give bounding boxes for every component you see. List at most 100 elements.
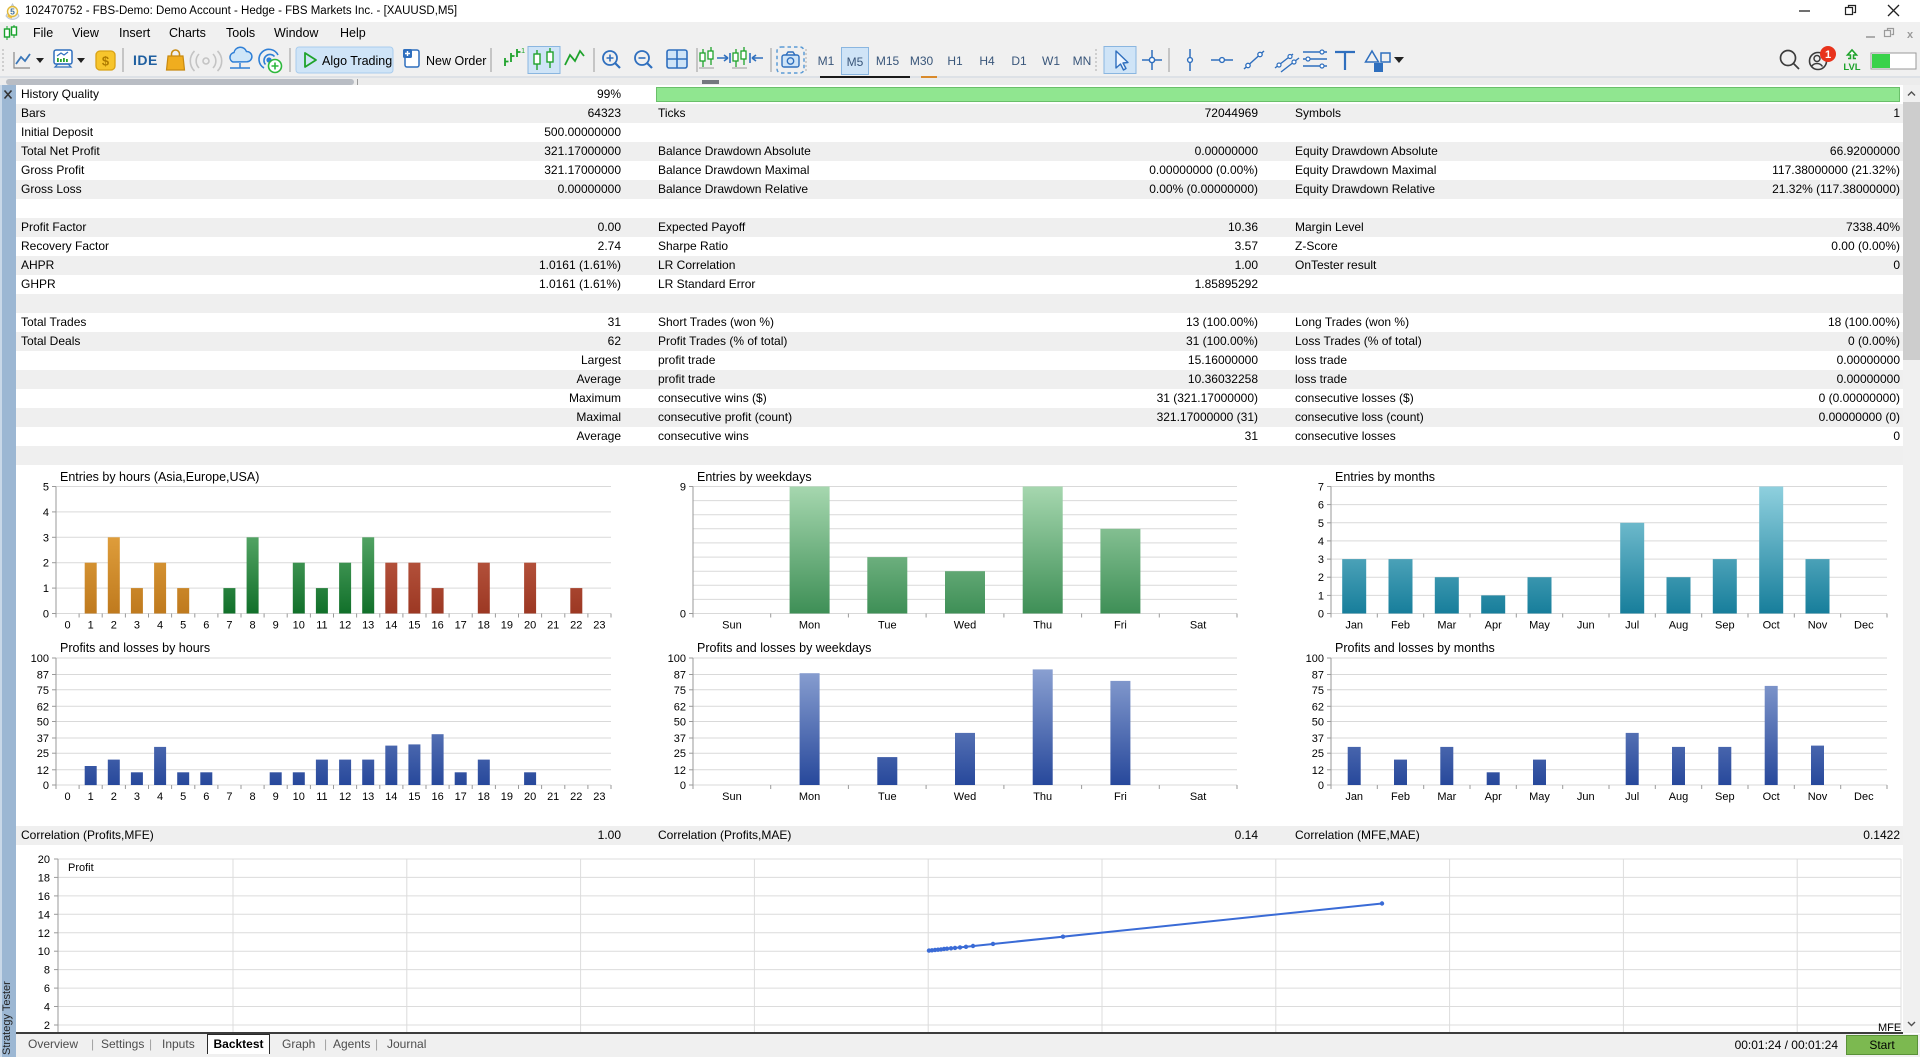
svg-text:Jun: Jun <box>1577 620 1595 632</box>
svg-text:50: 50 <box>1312 717 1324 729</box>
svg-text:16: 16 <box>38 891 50 903</box>
svg-text:2: 2 <box>111 620 117 632</box>
svg-text:37: 37 <box>674 733 686 745</box>
svg-text:13: 13 <box>362 791 374 803</box>
svg-text:14: 14 <box>385 791 397 803</box>
svg-text:Jun: Jun <box>1577 791 1595 803</box>
svg-text:23: 23 <box>593 791 605 803</box>
svg-text:18: 18 <box>38 872 50 884</box>
svg-text:Wed: Wed <box>954 620 976 632</box>
svg-text:14: 14 <box>38 909 50 921</box>
svg-text:12: 12 <box>674 765 686 777</box>
svg-text:4: 4 <box>43 507 49 519</box>
svg-text:10: 10 <box>293 791 305 803</box>
svg-text:Entries by months: Entries by months <box>1335 470 1435 484</box>
svg-text:20: 20 <box>524 791 536 803</box>
svg-text:9: 9 <box>273 620 279 632</box>
svg-text:Profits and losses by hours: Profits and losses by hours <box>60 641 210 655</box>
svg-text:20: 20 <box>38 854 50 866</box>
svg-text:18: 18 <box>478 791 490 803</box>
svg-text:Dec: Dec <box>1854 620 1874 632</box>
svg-text:3: 3 <box>134 620 140 632</box>
svg-text:Sep: Sep <box>1715 791 1735 803</box>
svg-text:7: 7 <box>226 791 232 803</box>
svg-text:Thu: Thu <box>1033 791 1052 803</box>
svg-text:100: 100 <box>1306 653 1324 665</box>
svg-text:7: 7 <box>226 620 232 632</box>
svg-text:21: 21 <box>547 620 559 632</box>
svg-text:Sat: Sat <box>1190 791 1207 803</box>
svg-text:9: 9 <box>680 482 686 494</box>
svg-text:Sat: Sat <box>1190 620 1207 632</box>
svg-text:15: 15 <box>408 620 420 632</box>
svg-text:75: 75 <box>674 685 686 697</box>
svg-text:Tue: Tue <box>878 791 897 803</box>
svg-text:5: 5 <box>1318 518 1324 530</box>
svg-text:Apr: Apr <box>1485 791 1502 803</box>
svg-text:62: 62 <box>674 701 686 713</box>
svg-text:Mar: Mar <box>1437 620 1456 632</box>
svg-text:50: 50 <box>37 717 49 729</box>
svg-text:1: 1 <box>1318 590 1324 602</box>
svg-text:2: 2 <box>43 558 49 570</box>
svg-text:Profits and losses by weekdays: Profits and losses by weekdays <box>697 641 871 655</box>
svg-text:Profits and losses by months: Profits and losses by months <box>1335 641 1495 655</box>
svg-text:11: 11 <box>316 620 327 632</box>
svg-text:50: 50 <box>674 717 686 729</box>
svg-text:Profit: Profit <box>68 862 94 874</box>
svg-text:Mon: Mon <box>799 620 820 632</box>
svg-text:8: 8 <box>250 791 256 803</box>
svg-text:10: 10 <box>38 946 50 958</box>
svg-text:Mar: Mar <box>1437 791 1456 803</box>
svg-text:Feb: Feb <box>1391 620 1410 632</box>
svg-text:0: 0 <box>43 609 49 621</box>
svg-text:4: 4 <box>157 620 163 632</box>
svg-text:May: May <box>1529 620 1550 632</box>
svg-text:87: 87 <box>1312 670 1324 682</box>
svg-text:22: 22 <box>570 620 582 632</box>
svg-text:25: 25 <box>1312 748 1324 760</box>
svg-text:0: 0 <box>43 780 49 792</box>
svg-text:Sun: Sun <box>722 791 742 803</box>
svg-text:4: 4 <box>44 1002 50 1014</box>
svg-text:14: 14 <box>385 620 397 632</box>
svg-text:2: 2 <box>1318 572 1324 584</box>
svg-text:13: 13 <box>362 620 374 632</box>
svg-text:Fri: Fri <box>1114 791 1127 803</box>
svg-text:37: 37 <box>37 733 49 745</box>
svg-text:2: 2 <box>111 791 117 803</box>
svg-text:75: 75 <box>37 685 49 697</box>
svg-text:Sun: Sun <box>722 620 742 632</box>
svg-text:12: 12 <box>37 765 49 777</box>
svg-text:Oct: Oct <box>1763 620 1780 632</box>
svg-text:5: 5 <box>180 620 186 632</box>
svg-text:6: 6 <box>203 791 209 803</box>
svg-text:25: 25 <box>37 748 49 760</box>
svg-text:12: 12 <box>38 928 50 940</box>
svg-text:0: 0 <box>65 791 71 803</box>
svg-text:1: 1 <box>88 791 94 803</box>
svg-text:22: 22 <box>570 791 582 803</box>
svg-text:Aug: Aug <box>1669 791 1689 803</box>
svg-text:2: 2 <box>44 1020 50 1032</box>
svg-text:Nov: Nov <box>1808 791 1828 803</box>
svg-text:16: 16 <box>431 620 443 632</box>
svg-text:4: 4 <box>1318 536 1324 548</box>
svg-text:0: 0 <box>1318 780 1324 792</box>
svg-text:20: 20 <box>524 620 536 632</box>
svg-text:12: 12 <box>1312 765 1324 777</box>
svg-text:Feb: Feb <box>1391 791 1410 803</box>
svg-text:0: 0 <box>680 609 686 621</box>
svg-text:6: 6 <box>203 620 209 632</box>
svg-text:1: 1 <box>43 583 49 595</box>
svg-text:18: 18 <box>478 620 490 632</box>
svg-text:Aug: Aug <box>1669 620 1689 632</box>
svg-text:Oct: Oct <box>1763 791 1780 803</box>
svg-text:Wed: Wed <box>954 791 976 803</box>
svg-text:Sep: Sep <box>1715 620 1735 632</box>
svg-text:16: 16 <box>431 791 443 803</box>
svg-text:17: 17 <box>455 620 467 632</box>
svg-text:Jul: Jul <box>1625 620 1639 632</box>
svg-text:23: 23 <box>593 620 605 632</box>
svg-text:Dec: Dec <box>1854 791 1874 803</box>
